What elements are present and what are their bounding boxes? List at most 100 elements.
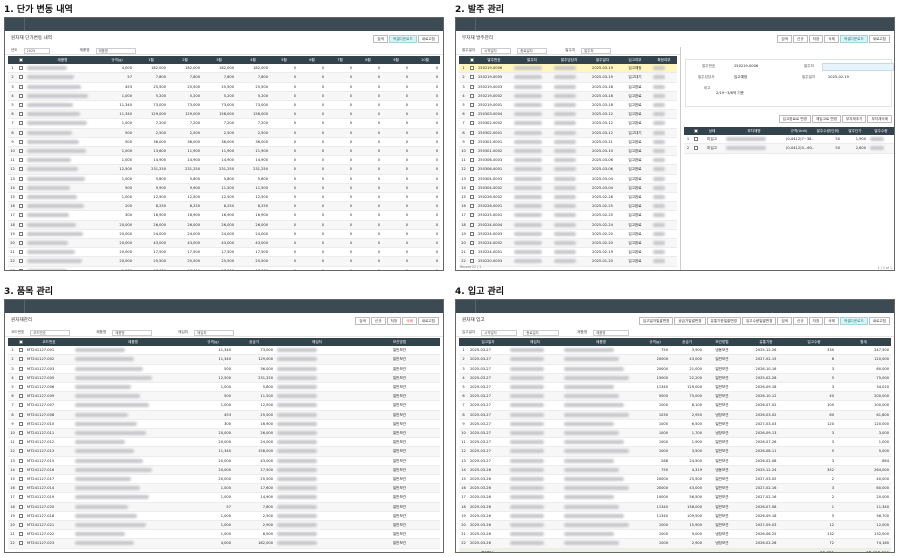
receive-date[interactable]: 2025-03-27 xyxy=(468,419,508,430)
item-code[interactable]: MT241127-022 xyxy=(25,529,73,540)
table-row[interactable]: 8 2025-03-27 1030 2,950 냉장보관 2026-03-02 60 61,8… xyxy=(459,410,891,420)
toolbar-button-4[interactable]: 검색 xyxy=(777,317,793,325)
toolbar-button-3[interactable]: 부자재삭제 xyxy=(867,115,892,123)
table-row[interactable]: 10 2025-03-27 1000 1,700 냉장보관 2026-09-13 3 3,00… xyxy=(459,428,891,439)
column-header[interactable] xyxy=(17,56,25,65)
column-header[interactable]: 제품명 xyxy=(73,338,193,347)
item-code[interactable]: MT241127-013 xyxy=(25,446,73,457)
select-all-checkbox[interactable] xyxy=(694,129,698,133)
checkbox-cell[interactable] xyxy=(468,155,476,166)
checkbox-cell[interactable] xyxy=(468,164,476,175)
checkbox-cell[interactable] xyxy=(692,143,700,154)
table-row[interactable]: 1 2025-03-27 750 3,900 냉동보관 2025-12-26 330 247,… xyxy=(459,346,891,356)
checkbox-cell[interactable] xyxy=(468,220,476,230)
table-row[interactable]: 17 MT241127-019 1,000 14,900 일반보관 xyxy=(8,492,440,503)
toolbar-button-0[interactable]: 검색 xyxy=(777,35,793,43)
column-header[interactable]: 규격(g) xyxy=(193,338,233,347)
table-row[interactable]: 7 250302-0002 2025-03-12 입고완료 xyxy=(459,118,677,129)
column-header[interactable]: 발주수량 xyxy=(868,127,894,136)
table-row[interactable]: 20 250224-0002 2025-02-20 입고완료 xyxy=(459,238,677,249)
table-row[interactable]: 18 MT241127-020 57 7,800 일반보관 xyxy=(8,502,440,512)
row-checkbox[interactable] xyxy=(470,84,474,89)
table-row[interactable]: 14 500 9,900 9,900 11,500 11,500 0 0 0 0 0 0 xyxy=(8,183,440,194)
receive-date[interactable]: 2025-03-26 xyxy=(468,474,508,485)
table-row[interactable]: 22 250220-0003 2025-01-20 입고완료 xyxy=(459,256,677,267)
row-checkbox[interactable] xyxy=(470,185,474,190)
table-row[interactable]: 6 MT241127-009 500 11,500 일반보관 xyxy=(8,391,440,402)
receive-date[interactable]: 2025-03-26 xyxy=(468,538,508,549)
toolbar-button-8[interactable]: 엑셀다운로드 xyxy=(839,317,868,325)
table-row[interactable]: 8 MT241127-008 453 25,500 일반보관 xyxy=(8,410,440,420)
column-header[interactable] xyxy=(692,127,700,136)
checkbox-cell[interactable] xyxy=(468,174,476,184)
receive-date[interactable]: 2025-03-27 xyxy=(468,391,508,402)
table-row[interactable]: 2 2025-03-27 20000 43,000 일반보관 2027-02-15 6 120… xyxy=(459,354,891,365)
toolbar-button-1[interactable]: 재입고로 변경 xyxy=(811,115,841,123)
column-header[interactable]: 공급가 xyxy=(670,338,704,347)
column-header[interactable]: 발주단가 xyxy=(842,127,868,136)
toolbar-button-3[interactable]: 삭제 xyxy=(402,317,417,325)
checkbox-cell[interactable] xyxy=(468,183,476,194)
toolbar-button-0[interactable]: 검색 xyxy=(373,35,388,43)
row-checkbox[interactable] xyxy=(470,213,474,218)
column-header[interactable]: 입고일자 xyxy=(468,338,508,347)
table-row[interactable]: 22 2025-03-26 1000 2,900 냉장보관 2026-02-28 72 74,… xyxy=(459,538,891,549)
checkbox-cell[interactable] xyxy=(468,100,476,111)
table-row[interactable]: 21 20,000 17,500 17,500 17,500 17,500 0 0 0 0 0 0 xyxy=(8,247,440,258)
checkbox-cell[interactable] xyxy=(468,109,476,120)
vendor-input[interactable]: 발주처 xyxy=(581,47,612,54)
order-number[interactable]: 250306-0003 xyxy=(476,155,512,166)
checkbox-cell[interactable] xyxy=(17,201,25,212)
table-row[interactable]: 1 미입고 (0-0412)7~38... 50 1,900 xyxy=(684,135,894,145)
row-checkbox[interactable] xyxy=(19,149,23,154)
checkbox-cell[interactable] xyxy=(17,146,25,157)
table-row[interactable]: 11 1,000 14,900 14,900 14,900 14,900 0 0 0 0 0 0 xyxy=(8,155,440,166)
table-row[interactable]: 10 MT241127-011 20,000 26,000 일반보관 xyxy=(8,428,440,439)
table-row[interactable]: 16 MT241127-014 1,000 17,600 일반보관 xyxy=(8,483,440,494)
order-number[interactable]: 250219-0003 xyxy=(476,82,512,92)
checkbox-cell[interactable] xyxy=(17,192,25,203)
table-row[interactable]: 2 MT241127-002 11,340 129,000 일반보관 xyxy=(8,354,440,365)
row-checkbox[interactable] xyxy=(470,158,474,163)
column-header[interactable]: 매입처 xyxy=(508,338,562,347)
receive-date[interactable]: 2025-03-26 xyxy=(468,502,508,512)
row-checkbox[interactable] xyxy=(19,103,23,108)
table-row[interactable]: 6 11,340 129,000 129,000 158,000 158,000 0 0 0 0 0… xyxy=(8,109,440,120)
column-header[interactable]: 규격(Unit) xyxy=(784,127,814,136)
table-row[interactable]: 1 4,000 182,000 182,000 182,000 182,000 0 0 0 0 0 0 xyxy=(8,64,440,74)
table-row[interactable]: 3 250219-0003 2025-03-18 입고완료 xyxy=(459,82,677,92)
table-row[interactable]: 14 250304-0002 2025-03-04 입고완료 xyxy=(459,183,677,194)
column-header[interactable]: 입고여부 xyxy=(619,56,651,65)
order-number[interactable]: 250304-0003 xyxy=(476,174,512,184)
table-row[interactable]: 2 57 7,800 7,800 7,800 7,800 0 0 0 0 0 0 xyxy=(8,72,440,83)
column-header[interactable]: 3월 xyxy=(202,56,236,65)
checkbox-cell[interactable] xyxy=(17,346,25,356)
memo-value[interactable]: 2/19~3/6억 기준 xyxy=(716,91,744,96)
menu-toggle[interactable] xyxy=(5,300,25,313)
checkbox-cell[interactable] xyxy=(17,520,25,531)
column-header[interactable]: 발주담당자 xyxy=(552,56,586,65)
checkbox-cell[interactable] xyxy=(17,529,25,540)
table-row[interactable]: 11 2025-03-27 1000 1,900 일반보관 2026-07-26 3 1,00… xyxy=(459,437,891,448)
row-checkbox[interactable] xyxy=(470,139,474,144)
end-date-input[interactable]: 종료일자 xyxy=(523,329,560,336)
row-checkbox[interactable] xyxy=(470,204,474,209)
row-checkbox[interactable] xyxy=(19,394,23,399)
table-row[interactable]: 19 20,000 24,000 24,000 24,000 24,000 0 0 0 0 0 0 xyxy=(8,229,440,240)
toolbar-button-5[interactable]: 새로고침 xyxy=(868,35,890,43)
row-checkbox[interactable] xyxy=(19,130,23,135)
toolbar-button-2[interactable]: 유통기한일괄변경 xyxy=(706,317,741,325)
row-checkbox[interactable] xyxy=(19,213,23,218)
order-number[interactable]: 250220-0003 xyxy=(476,256,512,267)
toolbar-button-9[interactable]: 새로고침 xyxy=(868,317,890,325)
row-checkbox[interactable] xyxy=(19,241,23,246)
item-code[interactable]: MT241127-021 xyxy=(25,520,73,531)
table-row[interactable]: 8 250302-0001 2025-03-12 입고대기 xyxy=(459,128,677,138)
checkbox-cell[interactable] xyxy=(17,109,25,120)
table-row[interactable]: 21 250224-0001 2025-02-19 입고완료 xyxy=(459,247,677,258)
row-checkbox[interactable] xyxy=(470,222,474,227)
table-row[interactable]: 14 MT241127-016 20,000 17,500 일반보관 xyxy=(8,465,440,476)
item-input[interactable]: 제품명 xyxy=(112,329,153,336)
checkbox-cell[interactable] xyxy=(17,410,25,420)
column-header[interactable]: 입고수량 xyxy=(792,338,836,347)
